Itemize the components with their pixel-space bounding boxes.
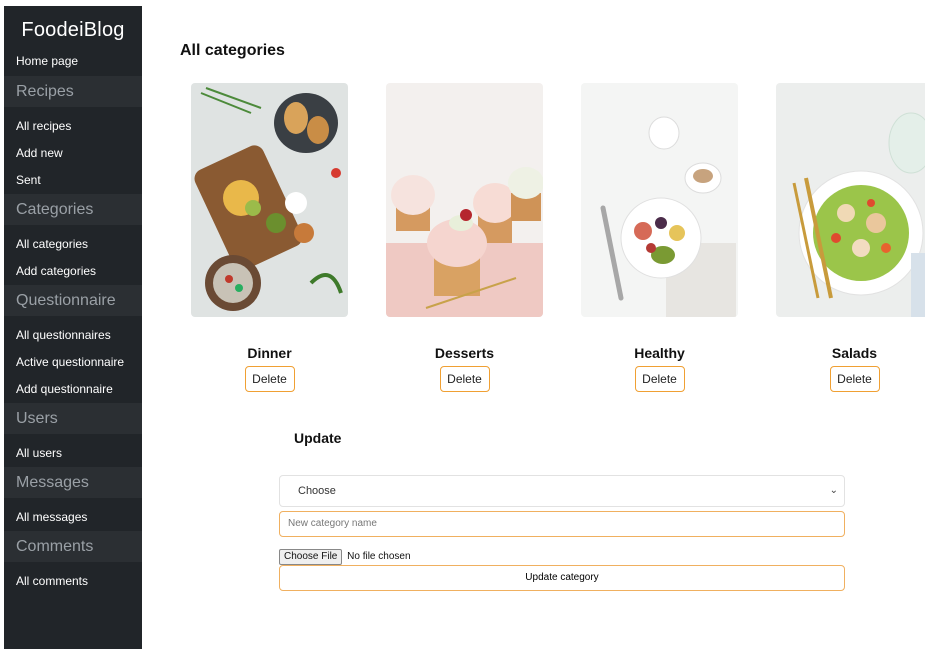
delete-button[interactable]: Delete — [829, 366, 880, 392]
category-name: Desserts — [434, 345, 495, 361]
fruit-bowl-image — [581, 83, 738, 317]
category-name: Healthy — [634, 345, 685, 361]
page-title: All categories — [180, 42, 285, 59]
sidebar-item-sent[interactable]: Sent — [4, 167, 142, 194]
category-card-healthy: Healthy Delete — [562, 83, 757, 392]
cupcakes-image — [386, 83, 543, 317]
chevron-down-icon: ⌄ — [829, 485, 838, 496]
category-image-desserts — [386, 83, 543, 317]
sidebar-item-add-categories[interactable]: Add categories — [4, 258, 142, 285]
delete-button[interactable]: Delete — [244, 366, 295, 392]
category-card-dinner: Dinner Delete — [172, 83, 367, 392]
category-name: Salads — [831, 345, 878, 361]
update-category-button[interactable]: Update category — [279, 565, 845, 591]
dinner-platter-image — [191, 83, 348, 317]
delete-button[interactable]: Delete — [439, 366, 490, 392]
sidebar-section-categories: Categories — [4, 194, 142, 225]
update-title: Update — [294, 430, 342, 446]
sidebar-item-add-questionnaire[interactable]: Add questionnaire — [4, 376, 142, 403]
choose-file-button[interactable]: Choose File — [279, 549, 343, 565]
category-image-dinner — [191, 83, 348, 317]
sidebar-section-users: Users — [4, 403, 142, 434]
category-name-input[interactable]: New category name — [279, 511, 845, 537]
sidebar-section-recipes: Recipes — [4, 76, 142, 107]
sidebar-item-all-messages[interactable]: All messages — [4, 504, 142, 531]
file-status: No file chosen — [347, 551, 411, 562]
category-image-healthy — [581, 83, 738, 317]
sidebar-item-all-categories[interactable]: All categories — [4, 231, 142, 258]
sidebar-item-all-questionnaires[interactable]: All questionnaires — [4, 322, 142, 349]
sidebar-section-messages: Messages — [4, 467, 142, 498]
category-select[interactable]: Choose ⌄ — [279, 475, 845, 507]
sidebar-section-comments: Comments — [4, 531, 142, 562]
file-input: Choose File No file chosen — [279, 549, 411, 565]
sidebar-item-all-comments[interactable]: All comments — [4, 568, 142, 595]
sidebar: FoodeiBlog Home page Recipes All recipes… — [4, 6, 142, 649]
sidebar-section-questionnaire: Questionnaire — [4, 285, 142, 316]
category-name: Dinner — [247, 345, 292, 361]
sidebar-item-active-questionnaire[interactable]: Active questionnaire — [4, 349, 142, 376]
sidebar-item-add-new[interactable]: Add new — [4, 140, 142, 167]
brand-logo[interactable]: FoodeiBlog — [4, 6, 142, 46]
salad-plate-image — [776, 83, 925, 317]
category-select-value: Choose — [298, 485, 336, 497]
category-card-desserts: Desserts Delete — [367, 83, 562, 392]
category-image-salads — [776, 83, 925, 317]
category-card-salads: Salads Delete — [757, 83, 925, 392]
sidebar-item-all-users[interactable]: All users — [4, 440, 142, 467]
sidebar-item-all-recipes[interactable]: All recipes — [4, 113, 142, 140]
sidebar-item-home[interactable]: Home page — [4, 46, 142, 76]
delete-button[interactable]: Delete — [634, 366, 685, 392]
